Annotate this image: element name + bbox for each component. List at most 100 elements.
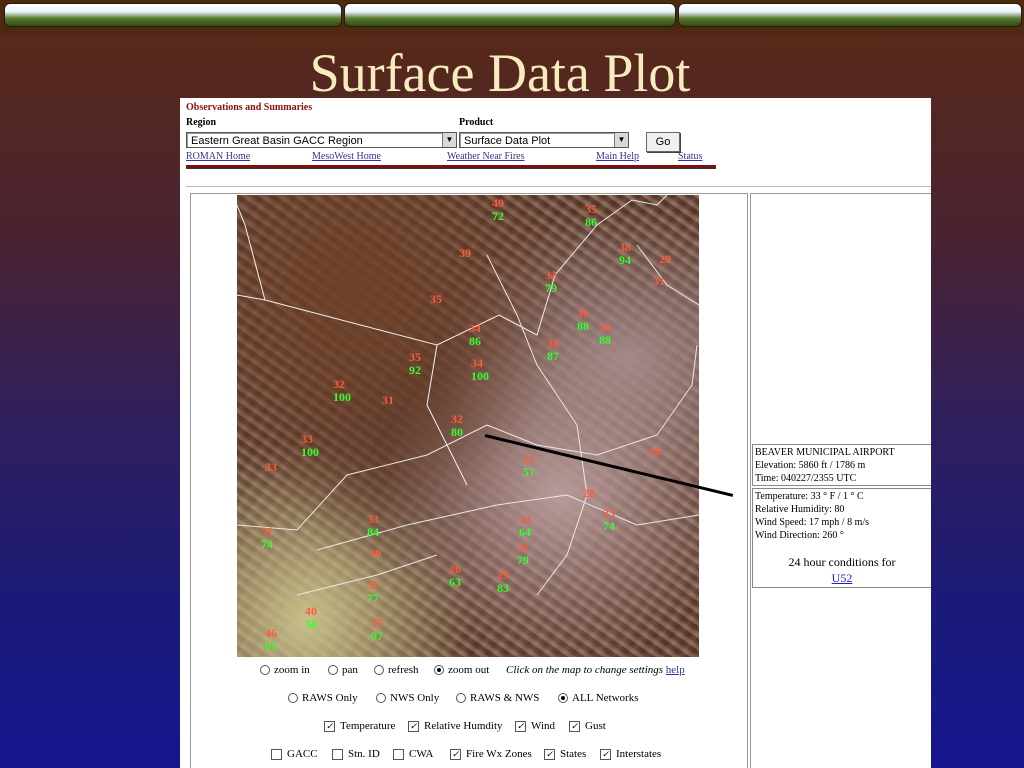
overlay-stn-id[interactable]: Stn. ID [332,748,380,760]
station-obs[interactable]: 31 57 [523,453,535,479]
network-raws-nws[interactable]: RAWS & NWS [456,692,539,704]
region-label: Region [186,117,216,128]
radio-icon[interactable] [288,693,298,704]
station-obs[interactable]: 31 [653,275,665,288]
checkbox-checked-icon[interactable]: ✓ [324,720,335,732]
station-obs[interactable]: 33 79 [545,269,557,295]
checkbox-checked-icon[interactable]: ✓ [600,748,611,760]
checkbox-icon[interactable] [393,748,404,760]
station-obs[interactable]: 28 [583,487,595,500]
station-obs[interactable]: 40 50 [305,605,317,631]
station-obs[interactable]: 31 79 [517,541,529,567]
checkbox-checked-icon[interactable]: ✓ [544,748,555,760]
station-obs[interactable]: 36 87 [547,337,559,363]
station-obs[interactable]: 35 92 [409,351,421,377]
slide-title: Surface Data Plot [309,43,691,103]
radio-selected-icon[interactable] [434,665,444,676]
station-wind-speed: Wind Speed: 17 mph / 8 m/s [755,517,870,528]
station-obs[interactable]: 32 64 [519,513,531,539]
slide-top-border [0,0,1024,34]
station-obs[interactable]: 32 100 [333,378,351,404]
overlay-interstates[interactable]: ✓ Interstates [600,748,661,760]
header-divider [186,165,716,168]
border-segment [678,3,1022,27]
station-obs[interactable]: 37 77 [367,579,379,605]
station-time: Time: 040227/2355 UTC [755,473,857,484]
var-gust[interactable]: ✓ Gust [569,720,606,732]
mode-refresh[interactable]: refresh [374,664,419,676]
checkbox-checked-icon[interactable]: ✓ [515,720,526,732]
terrain-map[interactable]: 49 72 35 86 39 38 94 29 31 35 33 79 36 88 30 8… [237,195,699,657]
region-select-value: Eastern Great Basin GACC Region [191,135,363,147]
network-nws-only[interactable]: NWS Only [376,692,439,704]
station-obs[interactable]: 31 74 [261,525,273,551]
station-obs[interactable]: 31 [382,394,394,407]
station-obs[interactable]: 26 63 [449,563,461,589]
station-obs[interactable]: 28 [649,445,661,458]
checkbox-icon[interactable] [271,748,282,760]
station-obs[interactable]: 34 100 [471,357,489,383]
go-button[interactable]: Go [646,132,680,152]
product-select[interactable]: Surface Data Plot ▼ [459,132,629,148]
web-page-panel: Observations and Summaries Region Produc… [180,98,931,768]
radio-icon[interactable] [374,665,384,676]
region-select[interactable]: Eastern Great Basin GACC Region ▼ [186,132,457,148]
var-temperature[interactable]: ✓ Temperature [324,720,395,732]
overlay-states[interactable]: ✓ States [544,748,586,760]
radio-selected-icon[interactable] [558,693,568,704]
station-obs[interactable]: 33 74 [603,507,615,533]
checkbox-icon[interactable] [332,748,343,760]
chevron-down-icon[interactable]: ▼ [442,133,456,147]
station-obs[interactable]: 32 80 [451,413,463,439]
radio-icon[interactable] [376,693,386,704]
var-relative-humidity[interactable]: ✓ Relative Humdity [408,720,503,732]
station-obs[interactable]: 38 94 [619,241,631,267]
chevron-down-icon[interactable]: ▼ [614,133,628,147]
nav-link-main-help[interactable]: Main Help [596,151,639,162]
border-segment [344,3,676,27]
conditions-label: 24 hour conditions for [788,555,896,569]
network-all[interactable]: ALL Networks [558,692,639,704]
station-obs[interactable]: 49 72 [492,197,504,223]
mode-zoom-out[interactable]: zoom out [434,664,489,676]
checkbox-checked-icon[interactable]: ✓ [408,720,419,732]
mode-pan[interactable]: pan [328,664,358,676]
radio-icon[interactable] [456,693,466,704]
station-obs[interactable]: 36 88 [577,307,589,333]
nav-link-status[interactable]: Status [678,151,702,162]
station-obs[interactable]: 35 [430,293,442,306]
radio-icon[interactable] [260,665,270,676]
station-obs[interactable]: 46 91 [265,627,277,653]
product-select-value: Surface Data Plot [464,135,551,147]
radio-icon[interactable] [328,665,338,676]
var-wind[interactable]: ✓ Wind [515,720,555,732]
nav-link-mesowest-home[interactable]: MesoWest Home [312,151,381,162]
station-obs[interactable]: 33 100 [301,433,319,459]
help-link[interactable]: help [666,664,685,676]
conditions-link[interactable]: U52 [832,571,853,585]
overlay-fire-wx-zones[interactable]: ✓ Fire Wx Zones [450,748,532,760]
station-obs[interactable]: 30 [369,547,381,560]
station-obs[interactable]: 33 84 [367,513,379,539]
overlay-gacc[interactable]: GACC [271,748,318,760]
station-humidity: Relative Humidity: 80 [755,504,845,515]
station-wind-direction: Wind Direction: 260 ° [755,530,844,541]
nav-link-roman-home[interactable]: ROMAN Home [186,151,250,162]
station-obs[interactable]: 35 86 [585,203,597,229]
station-obs[interactable]: 29 83 [497,569,509,595]
station-obs[interactable]: 33 [265,461,277,474]
station-obs[interactable]: 39 [459,247,471,260]
station-name: BEAVER MUNICIPAL AIRPORT [755,447,895,458]
station-obs[interactable]: 29 [659,253,671,266]
station-obs[interactable]: 37 97 [371,617,383,643]
station-conditions-box: Temperature: 33 ° F / 1 ° C Relative Hum… [752,488,931,588]
border-segment [4,3,342,27]
nav-link-weather-near-fires[interactable]: Weather Near Fires [447,151,525,162]
overlay-cwa[interactable]: CWA [393,748,433,760]
network-raws-only[interactable]: RAWS Only [288,692,358,704]
checkbox-checked-icon[interactable]: ✓ [450,748,461,760]
station-obs[interactable]: 30 88 [599,321,611,347]
mode-zoom-in[interactable]: zoom in [260,664,310,676]
station-obs[interactable]: 34 86 [469,322,481,348]
checkbox-checked-icon[interactable]: ✓ [569,720,580,732]
